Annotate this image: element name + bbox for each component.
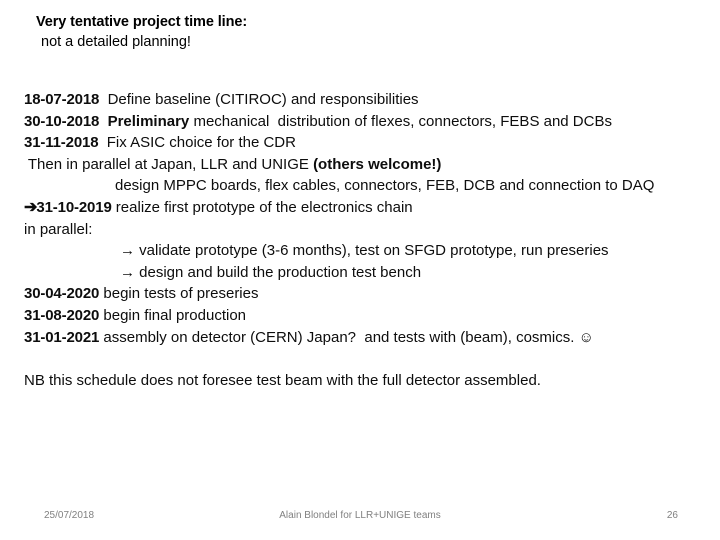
arrow-right-icon: → <box>120 263 135 281</box>
timeline-text: begin final production <box>99 306 247 324</box>
timeline-subentry-design: design MPPC boards, flex cables, connect… <box>24 175 714 197</box>
timeline-entry: 31-08-2020 begin final production <box>24 305 714 327</box>
timeline-entry: 31-11-2018 Fix ASIC choice for the CDR <box>24 132 714 154</box>
timeline-text: realize first prototype of the electroni… <box>111 198 413 216</box>
note-text: NB this schedule does not foresee test b… <box>24 372 541 389</box>
timeline-text: assembly on detector (CERN) Japan? and t… <box>99 328 579 346</box>
slide-footer: 25/07/2018 Alain Blondel for LLR+UNIGE t… <box>0 505 720 527</box>
slide-title: Very tentative project time line: not a … <box>36 12 686 53</box>
title-line-1: Very tentative project time line: <box>36 14 248 30</box>
timeline-emphasis: (others welcome!) <box>313 155 442 173</box>
timeline-note-parallel: Then in parallel at Japan, LLR and UNIGE… <box>24 154 714 176</box>
timeline-entry: 18-07-2018 Define baseline (CITIROC) and… <box>24 89 714 111</box>
slide-note: NB this schedule does not foresee test b… <box>24 370 714 392</box>
timeline-entry: 31-01-2021 assembly on detector (CERN) J… <box>24 327 714 349</box>
smiley-face-icon: ☺ <box>578 328 594 346</box>
arrow-right-icon: ➔ <box>24 198 37 216</box>
timeline-text: Then in parallel at Japan, LLR and UNIGE <box>24 155 314 173</box>
arrow-right-icon: → <box>120 242 135 260</box>
timeline-date: 31-10-2019 <box>36 198 112 216</box>
timeline-text: design and build the production test ben… <box>135 263 422 281</box>
timeline-subentry: → validate prototype (3-6 months), test … <box>24 240 714 262</box>
timeline-text: begin tests of preseries <box>99 285 259 303</box>
timeline-entry: ➔31-10-2019 realize first prototype of t… <box>24 197 714 219</box>
slide-body: 18-07-2018 Define baseline (CITIROC) and… <box>24 89 714 348</box>
timeline-entry: 30-10-2018 Preliminary mechanical distri… <box>24 111 714 133</box>
timeline-label-in-parallel: in parallel: <box>24 219 714 241</box>
timeline-entry: 30-04-2020 begin tests of preseries <box>24 283 714 305</box>
timeline-date: 31-08-2020 <box>24 306 100 324</box>
timeline-date: 31-01-2021 <box>24 328 100 346</box>
timeline-date: 31-11-2018 <box>24 134 99 152</box>
timeline-emphasis: Preliminary <box>99 112 190 130</box>
timeline-text: mechanical distribution of flexes, conne… <box>189 112 612 130</box>
timeline-date: 18-07-2018 <box>24 91 100 108</box>
timeline-text: validate prototype (3-6 months), test on… <box>135 242 609 260</box>
timeline-text: Define baseline (CITIROC) and responsibi… <box>99 91 419 108</box>
timeline-text: Fix ASIC choice for the CDR <box>98 134 296 152</box>
timeline-subentry: → design and build the production test b… <box>24 262 714 284</box>
timeline-date: 30-04-2020 <box>24 285 100 303</box>
slide-canvas: Very tentative project time line: not a … <box>0 0 720 540</box>
timeline-text: design MPPC boards, flex cables, connect… <box>115 177 655 195</box>
timeline-date: 30-10-2018 <box>24 112 100 130</box>
footer-page-number: 26 <box>666 510 678 521</box>
timeline-text: in parallel: <box>24 220 93 238</box>
title-line-2: not a detailed planning! <box>41 34 191 50</box>
